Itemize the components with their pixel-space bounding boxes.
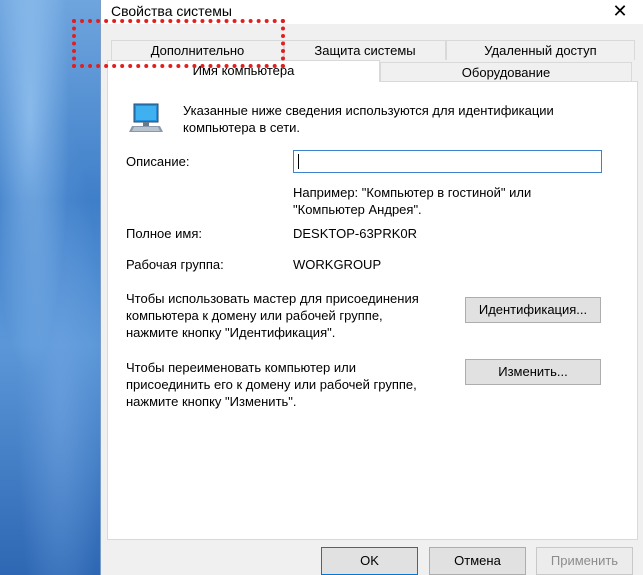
rename-text: Чтобы переименовать компьютер или присое… (126, 360, 417, 409)
fullname-value: DESKTOP-63PRK0R (293, 226, 418, 241)
tab-remote-access[interactable]: Удаленный доступ (446, 40, 635, 60)
intro-text: Указанные ниже сведения используются для… (183, 103, 554, 135)
tab-computer-name[interactable]: Имя компьютера (107, 60, 380, 82)
tab-panel-computer-name: Указанные ниже сведения используются для… (107, 81, 638, 540)
workgroup-label: Рабочая группа: (126, 257, 224, 272)
apply-button[interactable]: Применить (536, 547, 633, 575)
description-input[interactable] (293, 150, 602, 173)
identification-button[interactable]: Идентификация... (465, 297, 601, 323)
tab-hardware[interactable]: Оборудование (380, 62, 632, 82)
tab-advanced[interactable]: Дополнительно (111, 40, 284, 60)
description-label: Описание: (126, 154, 190, 169)
example-text: Например: "Компьютер в гостиной" или "Ко… (293, 185, 532, 217)
workgroup-value: WORKGROUP (293, 257, 382, 272)
window-title: Свойства системы (111, 3, 232, 19)
text-caret (298, 154, 299, 169)
identification-text: Чтобы использовать мастер для присоедине… (126, 291, 419, 340)
cancel-button[interactable]: Отмена (429, 547, 526, 575)
desktop-background (0, 0, 100, 575)
system-properties-dialog: Свойства системы ✕ Дополнительно Защита … (100, 0, 643, 575)
close-icon[interactable]: ✕ (610, 1, 630, 21)
ok-button[interactable]: OK (321, 547, 418, 575)
tab-system-protection[interactable]: Защита системы (284, 40, 446, 60)
title-bar: Свойства системы ✕ (101, 0, 643, 24)
computer-icon (129, 103, 163, 132)
change-button[interactable]: Изменить... (465, 359, 601, 385)
fullname-label: Полное имя: (126, 226, 202, 241)
